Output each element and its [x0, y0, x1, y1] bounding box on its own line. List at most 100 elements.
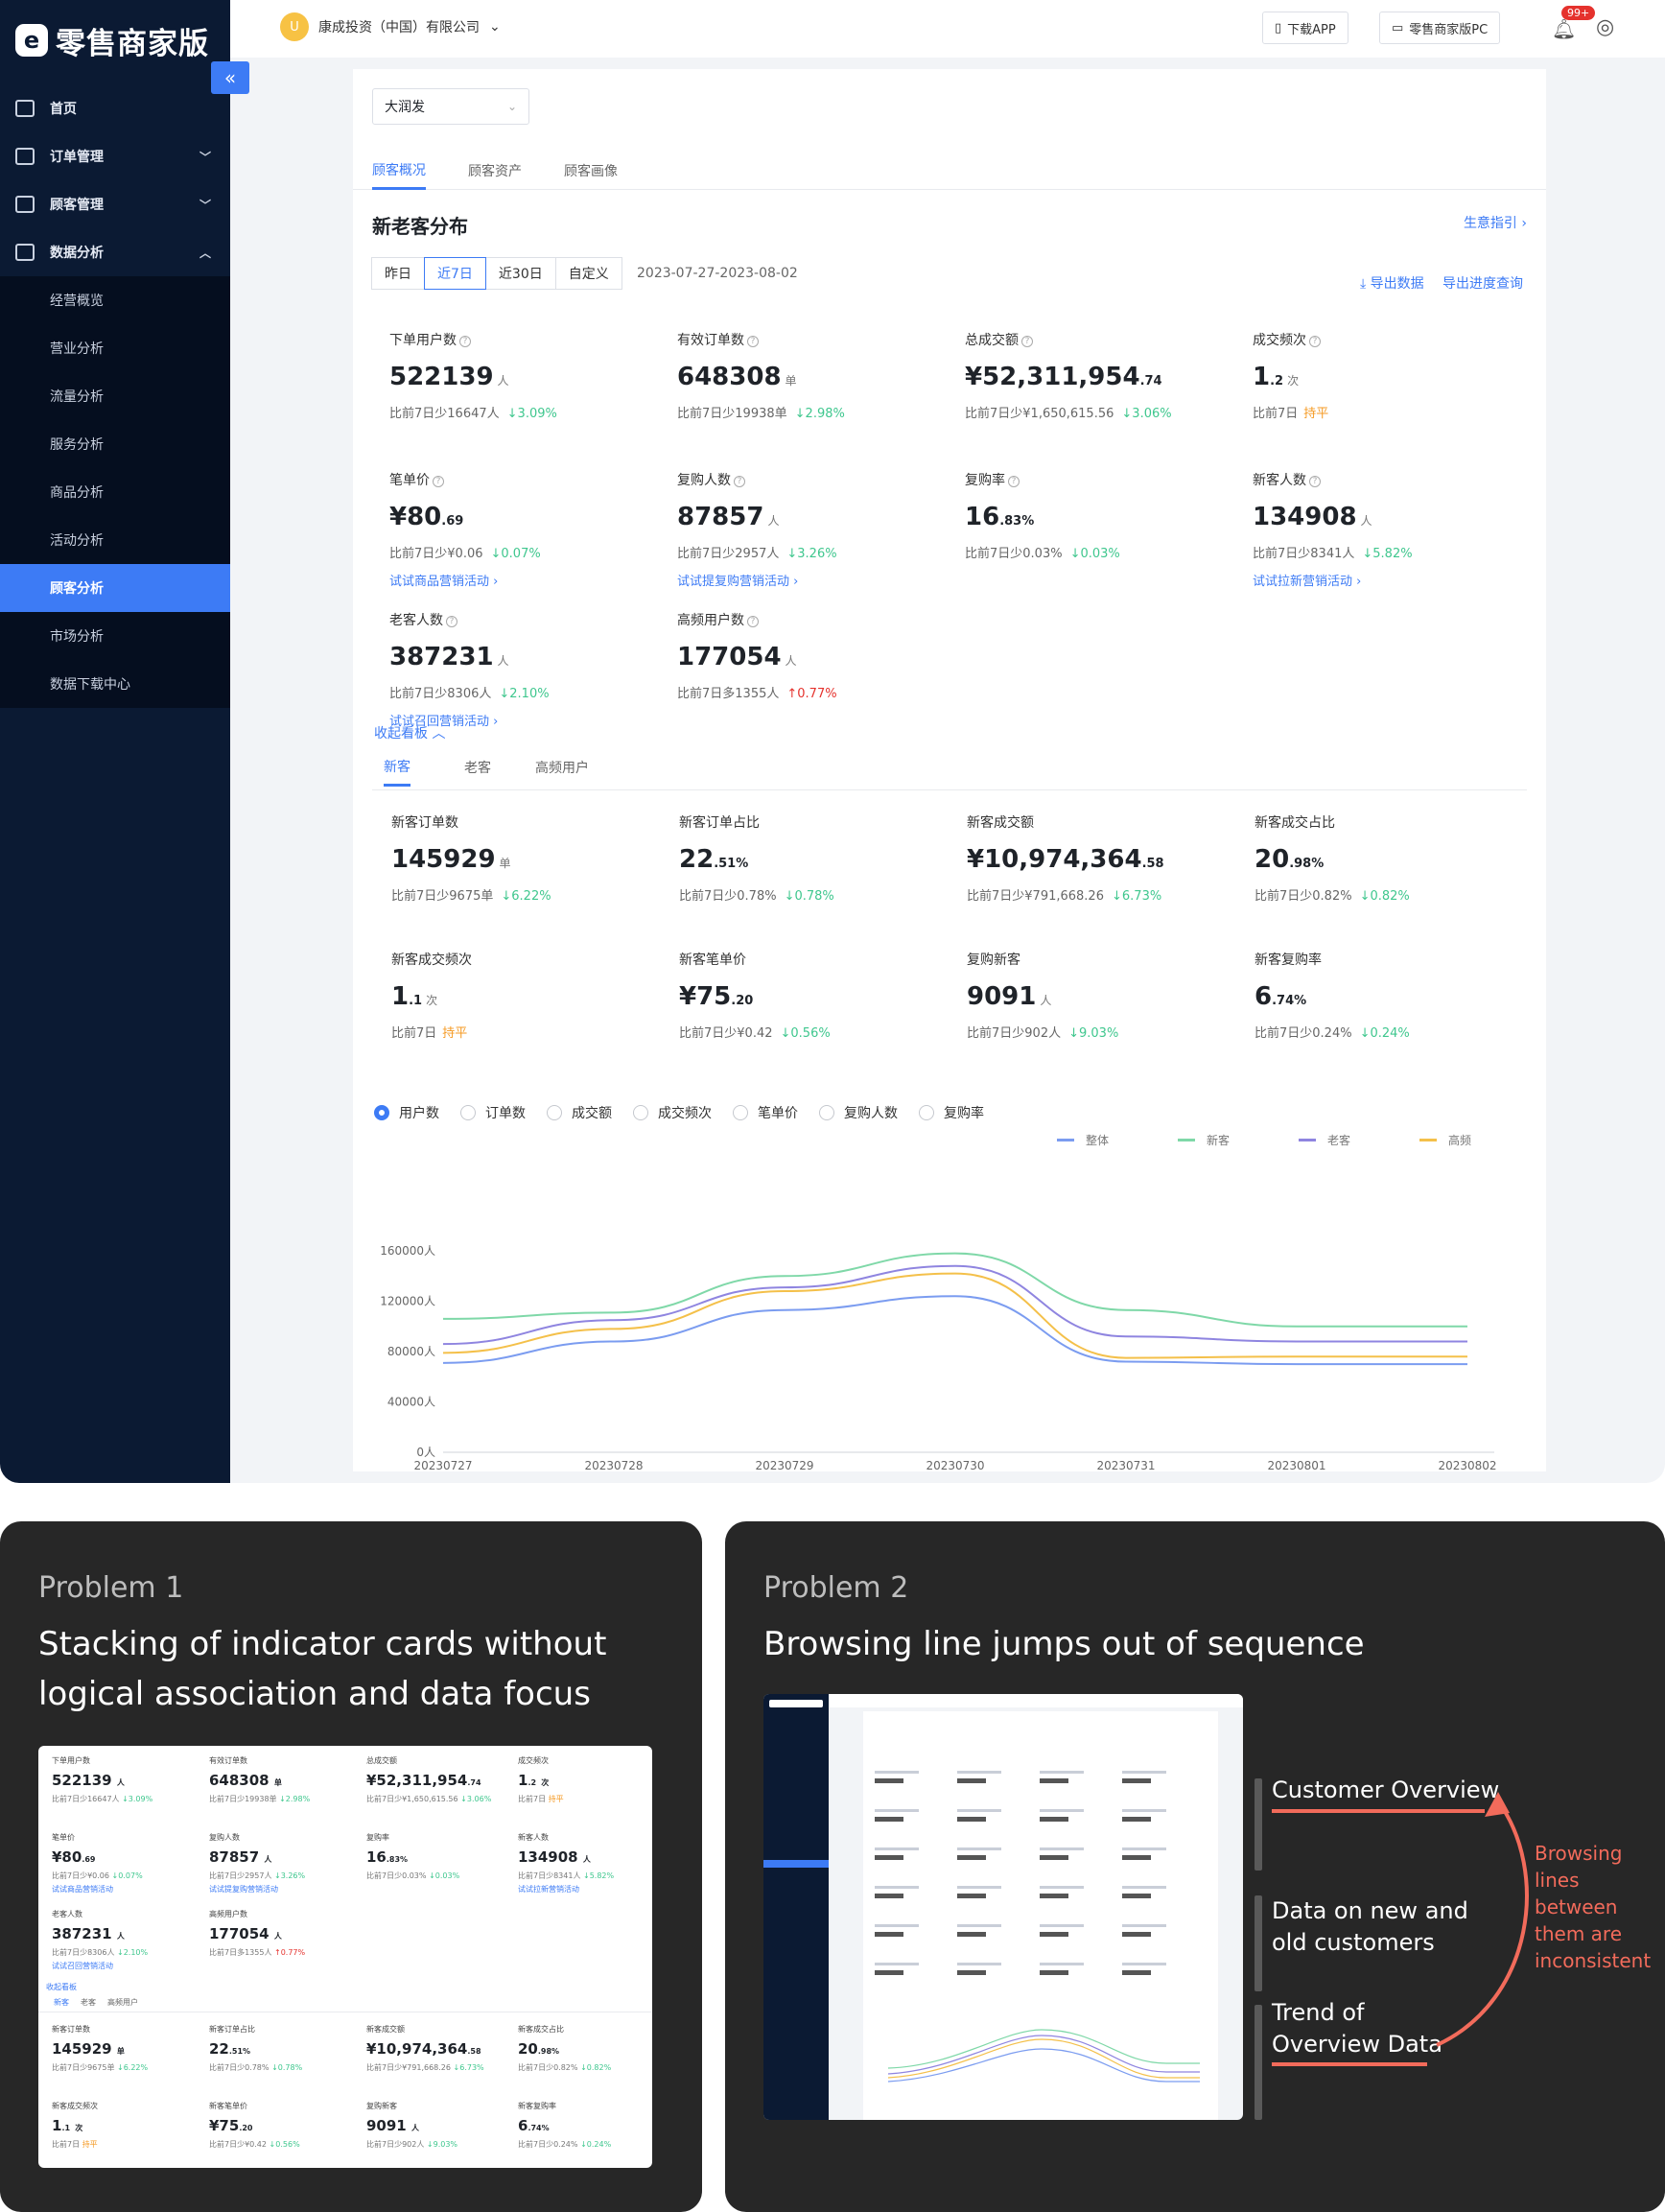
mini-kpi-comparison: 比前7日少2957人 ↓3.26%: [209, 1871, 363, 1881]
kpi-label: 高频用户数?: [677, 610, 936, 629]
tab-old-customers[interactable]: 老客: [464, 748, 491, 787]
kpi-delta: ↓0.56%: [780, 1026, 831, 1041]
mini-kpi-label: 有效订单数: [209, 1756, 247, 1765]
sidebar-subitem-6[interactable]: 顾客分析: [0, 564, 230, 612]
help-icon[interactable]: ?: [433, 476, 444, 487]
sidebar-subitem-0[interactable]: 经营概览: [0, 276, 230, 324]
date-option-yesterday[interactable]: 昨日: [371, 257, 425, 290]
bell-icon[interactable]: 🔔︎: [1552, 17, 1576, 40]
kpi-delta-value: 2.98%: [805, 407, 845, 421]
mini-kpi-value: 648308 单: [209, 1772, 363, 1789]
metric-radio-3[interactable]: 成交频次: [633, 1103, 712, 1122]
metric-radio-2[interactable]: 成交额: [547, 1103, 612, 1122]
tab-customer-assets[interactable]: 顾客资产: [468, 152, 522, 190]
kpi-delta: ↓2.10%: [499, 687, 550, 701]
mini-new-kpi-card: 新客成交频次 1.1 次比前7日 持平: [52, 2101, 205, 2150]
mini-kpi-value-int: ¥52,311,954: [366, 1772, 468, 1789]
sidebar-subitem-3[interactable]: 服务分析: [0, 420, 230, 468]
mini-new-kpi-card: 新客订单数 145929 单比前7日少9675单 ↓6.22%: [52, 2024, 205, 2073]
kpi-activity-link[interactable]: 试试拉新营销活动 ›: [1253, 571, 1512, 589]
kpi-activity-link[interactable]: 试试提复购营销活动 ›: [677, 571, 936, 589]
radio-label: 复购率: [944, 1106, 984, 1121]
metric-radio-1[interactable]: 订单数: [460, 1103, 526, 1122]
tab-customer-profile[interactable]: 顾客画像: [564, 152, 618, 190]
mini-active-nav: [763, 1860, 829, 1868]
legend-item[interactable]: 老客: [1299, 1132, 1350, 1148]
kpi-comparison: 比前7日少¥0.42 ↓0.56%: [679, 1023, 938, 1041]
help-icon[interactable]: ?: [747, 616, 759, 627]
help-icon[interactable]: ?: [1309, 336, 1321, 347]
help-icon[interactable]: ?: [446, 616, 457, 627]
problem-2-number: Problem 2: [763, 1571, 909, 1605]
mini-new-kpi-card: 新客订单占比 22.51% 比前7日少0.78% ↓0.78%: [209, 2024, 363, 2073]
metric-radio-6[interactable]: 复购率: [919, 1103, 984, 1122]
kpi-value-int: 9091: [967, 982, 1037, 1011]
mini-kpi-comparison: 比前7日少8341人 ↓5.82%: [518, 1871, 652, 1881]
kpi-value-int: 134908: [1253, 503, 1357, 531]
date-option-7d[interactable]: 近7日: [424, 257, 486, 290]
mini-kpi-comparison-text: 比前7日少¥0.42: [209, 2140, 267, 2149]
mini-value-line: [1040, 1817, 1068, 1822]
help-icon[interactable]: ?: [1309, 476, 1321, 487]
help-icon[interactable]: ?: [459, 336, 471, 347]
legend-item[interactable]: 整体: [1057, 1132, 1109, 1148]
sidebar-item-0[interactable]: 首页: [0, 84, 230, 132]
mini-kpi-delta-value: 0.24%: [586, 2140, 612, 2149]
sidebar-item-1[interactable]: 订单管理 ﹀: [0, 132, 230, 180]
help-icon[interactable]: ?: [747, 336, 759, 347]
date-option-30d[interactable]: 近30日: [484, 257, 556, 290]
collapse-board-link[interactable]: 收起看板 ︿: [374, 723, 445, 742]
kpi-label: 成交频次?: [1253, 330, 1512, 349]
sidebar-subitem-4[interactable]: 商品分析: [0, 468, 230, 516]
download-app-button[interactable]: ▯ 下载APP: [1262, 12, 1348, 44]
sidebar-subitem-5[interactable]: 活动分析: [0, 516, 230, 564]
series-line-2[interactable]: [442, 1264, 1467, 1346]
help-icon[interactable]: ?: [1008, 476, 1020, 487]
guide-link[interactable]: 生意指引 ›: [1464, 213, 1527, 232]
brand[interactable]: e 零售商家版: [15, 19, 209, 61]
mini-sidebar: [763, 1694, 829, 2120]
help-icon[interactable]: ?: [1021, 336, 1033, 347]
store-select[interactable]: 大润发 ⌄: [372, 88, 529, 125]
settings-icon[interactable]: ◎: [1596, 15, 1614, 39]
sidebar-subitem-8[interactable]: 数据下载中心: [0, 660, 230, 708]
tab-new-customers[interactable]: 新客: [384, 748, 410, 787]
kpi-comparison-text: 比前7日少¥1,650,615.56: [965, 407, 1114, 421]
series-line-1[interactable]: [442, 1252, 1467, 1328]
inconsistency-note: Browsing lines between them are inconsistent: [1535, 1840, 1651, 1974]
mini-tabs: 新客 老客 高频用户: [38, 1993, 652, 2012]
metric-radio-5[interactable]: 复购人数: [819, 1103, 898, 1122]
mini-value-line: [957, 1932, 986, 1937]
kpi-label-text: 老客人数: [389, 613, 443, 628]
problem-1-number: Problem 1: [38, 1571, 184, 1605]
mini-value-line: [1122, 1778, 1151, 1783]
metric-radio-0[interactable]: 用户数: [374, 1103, 439, 1122]
sidebar-item-3[interactable]: 数据分析 ︿: [0, 228, 230, 276]
tab-customer-overview[interactable]: 顾客概况: [372, 152, 426, 190]
kpi-label-text: 复购新客: [967, 953, 1020, 968]
sidebar-item-label: 首页: [50, 102, 77, 117]
mini-kpi-label: 新客订单占比: [209, 2025, 255, 2034]
sidebar-item-2[interactable]: 顾客管理 ﹀: [0, 180, 230, 228]
metric-radio-4[interactable]: 笔单价: [733, 1103, 798, 1122]
sidebar-subitem-7[interactable]: 市场分析: [0, 612, 230, 660]
collapse-sidebar-icon[interactable]: «: [211, 61, 249, 94]
legend-item[interactable]: 新客: [1178, 1132, 1230, 1148]
company-switcher[interactable]: U 康成投资（中国）有限公司 ⌄: [280, 12, 501, 41]
help-icon[interactable]: ?: [734, 476, 745, 487]
mini-text-line: [1040, 1963, 1084, 1965]
series-line-3[interactable]: [442, 1272, 1467, 1359]
legend-item[interactable]: 高频: [1419, 1132, 1471, 1148]
legend-label: 新客: [1207, 1134, 1231, 1147]
pc-version-button[interactable]: ▭ 零售商家版PC: [1379, 12, 1501, 44]
kpi-value: 20.98%: [1255, 845, 1513, 874]
sidebar-subitem-2[interactable]: 流量分析: [0, 372, 230, 420]
export-progress-link[interactable]: 导出进度查询: [1442, 273, 1523, 293]
mini-kpi-value-int: 22: [209, 2040, 229, 2058]
tab-high-frequency[interactable]: 高频用户: [535, 748, 589, 787]
kpi-label: 新客订单占比: [679, 812, 938, 832]
date-option-custom[interactable]: 自定义: [554, 257, 622, 290]
export-data-link[interactable]: ⤓ 导出数据: [1360, 273, 1424, 293]
kpi-activity-link[interactable]: 试试商品营销活动 ›: [389, 571, 648, 589]
sidebar-subitem-1[interactable]: 营业分析: [0, 324, 230, 372]
